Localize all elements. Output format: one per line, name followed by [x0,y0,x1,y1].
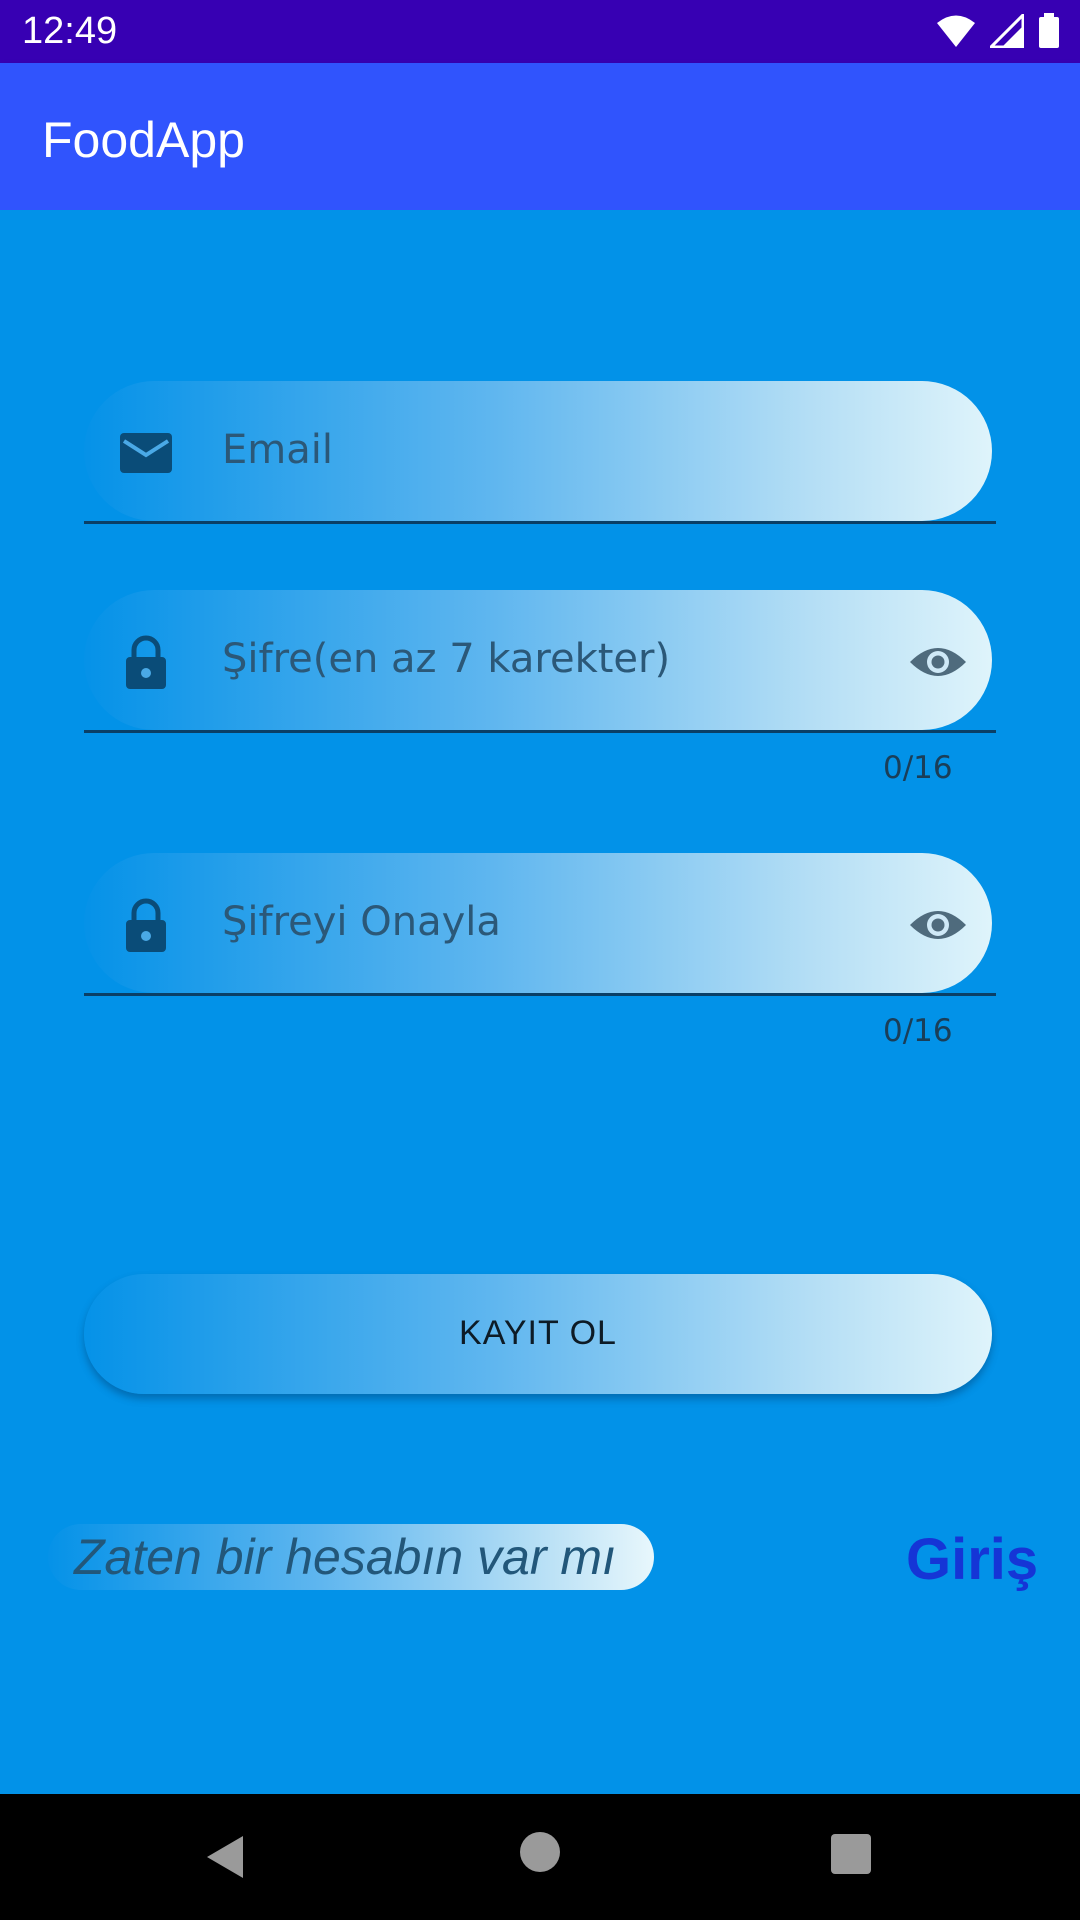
has-account-text: Zaten bir hesabın var mı [74,1529,616,1585]
confirm-password-field-background [84,853,992,993]
confirm-password-field[interactable]: Şifreyi Onayla [84,853,996,996]
email-placeholder: Email [222,427,333,473]
system-nav-bar [0,1794,1080,1920]
eye-icon[interactable] [908,632,968,692]
home-icon[interactable] [520,1832,560,1872]
eye-icon[interactable] [908,895,968,955]
status-icons [936,13,1060,49]
email-field-background [84,381,992,521]
confirm-password-underline [84,993,996,996]
email-icon [120,433,172,473]
status-bar: 12:49 [0,0,1080,63]
app-bar: FoodApp [0,63,1080,210]
lock-icon [126,898,166,952]
app-title: FoodApp [42,112,245,168]
register-screen: Email Şifre(en az 7 karekter) 0/16 Şifre… [0,210,1080,1794]
password-underline [84,730,996,733]
password-placeholder: Şifre(en az 7 karekter) [222,636,671,682]
battery-icon [1039,13,1059,48]
email-field[interactable]: Email [84,381,996,524]
password-counter: 0/16 [883,750,953,786]
register-button-label: KAYIT OL [459,1314,617,1352]
wifi-icon [937,15,975,47]
lock-icon [126,635,166,689]
password-field[interactable]: Şifre(en az 7 karekter) [84,590,996,733]
back-icon[interactable] [205,1834,245,1880]
has-account-hint: Zaten bir hesabın var mı [48,1524,654,1590]
status-time: 12:49 [22,10,118,52]
email-underline [84,521,996,524]
recents-icon[interactable] [831,1834,871,1874]
confirm-password-placeholder: Şifreyi Onayla [222,899,501,945]
signal-icon [990,14,1024,48]
confirm-password-counter: 0/16 [883,1013,953,1049]
register-button[interactable]: KAYIT OL [84,1274,992,1394]
login-link[interactable]: Giriş [906,1526,1038,1593]
